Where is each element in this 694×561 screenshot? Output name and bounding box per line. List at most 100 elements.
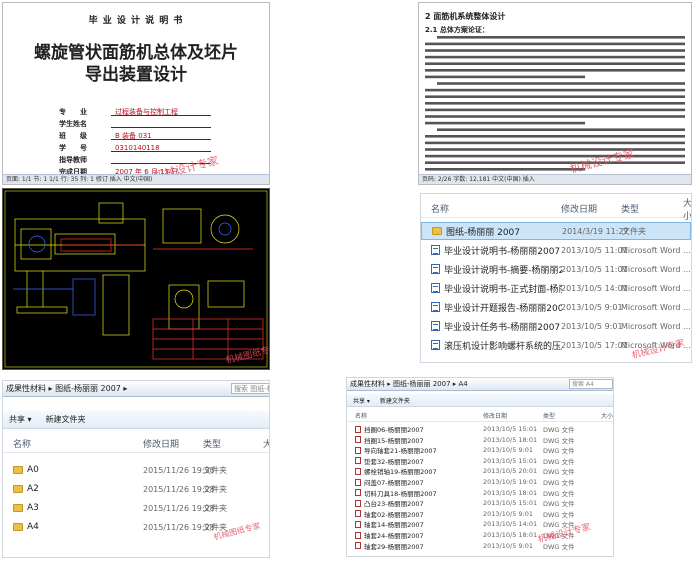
- folder-type: 文件夹: [203, 465, 227, 475]
- address-bar[interactable]: 成果性材料 ▸ 图纸-杨丽丽 2007 ▸ A4 搜索 A4: [347, 378, 613, 391]
- cover-field-label: 专 业: [59, 108, 87, 116]
- text-line: [425, 69, 685, 72]
- file-type: Microsoft Word ...: [621, 321, 691, 331]
- folder-row[interactable]: A3 2015/11/26 19:28 文件夹: [3, 499, 269, 517]
- folder-type: 文件夹: [203, 503, 227, 513]
- file-row[interactable]: 毕业设计任务书-杨丽丽2007 2013/10/5 9:01 Microsoft W…: [421, 317, 691, 335]
- file-name: 毕业设计开题报告-杨丽丽2007: [444, 303, 562, 314]
- new-folder-button[interactable]: 新建文件夹: [380, 396, 410, 405]
- col-type[interactable]: 类型: [203, 437, 221, 450]
- share-button[interactable]: 共享 ▾: [353, 396, 370, 405]
- dwg-file-icon: [355, 425, 361, 433]
- dwg-date: 2013/10/5 15:01: [483, 456, 538, 465]
- dwg-type: DWG 文件: [543, 457, 575, 466]
- doc-header: 毕 业 设 计 说 明 书: [88, 16, 184, 26]
- explorer-window-a4: 成果性材料 ▸ 图纸-杨丽丽 2007 ▸ A4 搜索 A4 共享 ▾ 新建文件…: [346, 377, 614, 557]
- folder-name: A0: [27, 465, 39, 475]
- new-folder-button[interactable]: 新建文件夹: [46, 414, 86, 425]
- search-box[interactable]: 搜索 A4: [569, 379, 613, 389]
- file-row[interactable]: 毕业设计说明书-杨丽丽2007 2013/10/5 11:01 Microsoft …: [421, 241, 691, 259]
- col-type[interactable]: 类型: [543, 411, 555, 420]
- dwg-row[interactable]: 轴套02-杨丽丽2007 2013/10/5 9:01 DWG 文件: [347, 509, 613, 519]
- dwg-file-icon: [355, 531, 361, 539]
- file-name: 毕业设计说明书-摘要-杨丽丽2007: [444, 265, 562, 276]
- dwg-row[interactable]: 挡圈06-杨丽丽2007 2013/10/5 15:01 DWG 文件: [347, 424, 613, 434]
- col-date[interactable]: 修改日期: [143, 437, 179, 450]
- dwg-row[interactable]: 轴套29-杨丽丽2007 2013/10/5 9:01 DWG 文件: [347, 541, 613, 551]
- file-date: 2013/10/5 11:01: [561, 264, 628, 274]
- search-box[interactable]: 搜索 图纸-杨...: [231, 383, 269, 394]
- text-line: [425, 42, 685, 46]
- file-date: 2013/10/5 11:01: [561, 245, 628, 255]
- address-bar[interactable]: 成果性材料 ▸ 图纸-杨丽丽 2007 ▸ 搜索 图纸-杨...: [3, 381, 269, 397]
- cover-field-value: 过程装备与控制工程: [111, 106, 211, 116]
- dwg-row[interactable]: 螺栓销轴19-杨丽丽2007 2013/10/5 20:01 DWG 文件: [347, 466, 613, 476]
- cad-drawing-window: 机械图纸专家: [2, 188, 270, 370]
- col-name[interactable]: 名称: [355, 411, 367, 420]
- column-headers: 名称 修改日期 类型 大: [3, 435, 269, 453]
- folder-name: A3: [27, 503, 39, 513]
- col-date[interactable]: 修改日期: [483, 411, 507, 420]
- dwg-date: 2013/10/5 15:01: [483, 425, 538, 433]
- text-line: [425, 121, 585, 125]
- dwg-name: 切料刀具18-杨丽丽2007: [364, 489, 437, 498]
- text-line: [425, 102, 685, 105]
- text-line: [425, 135, 685, 138]
- file-type: 文件夹: [622, 226, 646, 236]
- col-size[interactable]: 大小: [601, 411, 613, 420]
- file-type: Microsoft Word ...: [621, 302, 691, 312]
- col-size[interactable]: 大小: [683, 196, 691, 222]
- col-name[interactable]: 名称: [431, 202, 449, 215]
- dwg-name: 轴套14-杨丽丽2007: [364, 521, 424, 530]
- dwg-row[interactable]: 挡圈15-杨丽丽2007 2013/10/5 18:01 DWG 文件: [347, 435, 613, 445]
- col-date[interactable]: 修改日期: [561, 202, 597, 215]
- file-row[interactable]: 毕业设计说明书-正式封面-杨丽丽20072013/10/5 14:01Micro…: [421, 279, 691, 297]
- folder-name: A4: [27, 522, 39, 532]
- dwg-date: 2013/10/5 9:01: [483, 446, 533, 455]
- dwg-type: DWG 文件: [543, 489, 575, 498]
- file-row[interactable]: 毕业设计说明书-摘要-杨丽丽20072013/10/5 11:01Microso…: [421, 260, 691, 278]
- dwg-type: DWG 文件: [543, 426, 575, 434]
- text-line: [425, 49, 685, 52]
- file-date: 2013/10/5 9:01: [561, 302, 623, 312]
- status-bar: 页码: 2/26 字数: 12,181 中文(中国) 插入: [419, 174, 691, 184]
- section-heading: 2 面筋机系统整体设计: [425, 12, 506, 21]
- dwg-type: DWG 文件: [543, 436, 575, 445]
- cover-field-row: 学 号 0310140118: [59, 142, 229, 154]
- doc-title-line2: 导出装置设计: [85, 65, 187, 85]
- cover-field-label: 学生姓名: [59, 120, 87, 128]
- file-row[interactable]: 图纸-杨丽丽 2007 2014/3/19 11:27 文件夹: [421, 222, 691, 240]
- subsection-heading: 2.1 总体方案论证：: [425, 26, 489, 34]
- dwg-date: 2013/10/5 9:01: [483, 509, 533, 518]
- text-line: [425, 148, 685, 151]
- col-name[interactable]: 名称: [13, 437, 31, 450]
- dwg-file-icon: [355, 520, 361, 528]
- share-button[interactable]: 共享 ▾: [9, 414, 32, 425]
- dwg-date: 2013/10/5 15:01: [483, 499, 538, 508]
- dwg-name: 轴套29-杨丽丽2007: [364, 542, 424, 551]
- dwg-file-icon: [355, 436, 361, 444]
- file-date: 2013/10/5 17:01: [561, 340, 628, 350]
- folder-row[interactable]: A2 2015/11/26 19:28 文件夹: [3, 480, 269, 498]
- file-name: 图纸-杨丽丽 2007: [446, 227, 521, 238]
- dwg-row[interactable]: 导向轴套21-杨丽丽2007 2013/10/5 9:01 DWG 文件: [347, 445, 613, 455]
- col-size[interactable]: 大: [263, 437, 269, 450]
- dwg-row[interactable]: 闷盖07-杨丽丽2007 2013/10/5 19:01 DWG 文件: [347, 477, 613, 487]
- folder-row[interactable]: A0 2015/11/26 19:30 文件夹: [3, 461, 269, 479]
- text-line: [425, 108, 685, 112]
- dwg-row[interactable]: 凸台23-杨丽丽2007 2013/10/5 15:01 DWG 文件: [347, 498, 613, 508]
- dwg-row[interactable]: 垫套32-杨丽丽2007 2013/10/5 15:01 DWG 文件: [347, 456, 613, 466]
- cover-field-label: 班 级: [59, 132, 87, 140]
- file-row[interactable]: 毕业设计开题报告-杨丽丽2007 2013/10/5 9:01 Microsoft …: [421, 298, 691, 316]
- file-name: 滚压机设计影响螺杆系统的压应力: [444, 341, 562, 352]
- col-type[interactable]: 类型: [621, 202, 639, 215]
- dwg-row[interactable]: 切料刀具18-杨丽丽2007 2013/10/5 18:01 DWG 文件: [347, 488, 613, 498]
- text-document-window: 2 面筋机系统整体设计 2.1 总体方案论证： 机械设计专家 页码: 2/26 …: [418, 2, 692, 185]
- file-date: 2013/10/5 14:01: [561, 283, 628, 293]
- word-icon: [431, 264, 440, 274]
- cover-field-row: 班 级 B 装备 031: [59, 130, 229, 142]
- text-line: [425, 88, 685, 92]
- dwg-type: DWG 文件: [543, 447, 575, 456]
- text-line: [437, 36, 685, 39]
- cover-document-window: 毕 业 设 计 说 明 书 螺旋管状面筋机总体及坯片 导出装置设计 专 业过程装…: [2, 2, 270, 185]
